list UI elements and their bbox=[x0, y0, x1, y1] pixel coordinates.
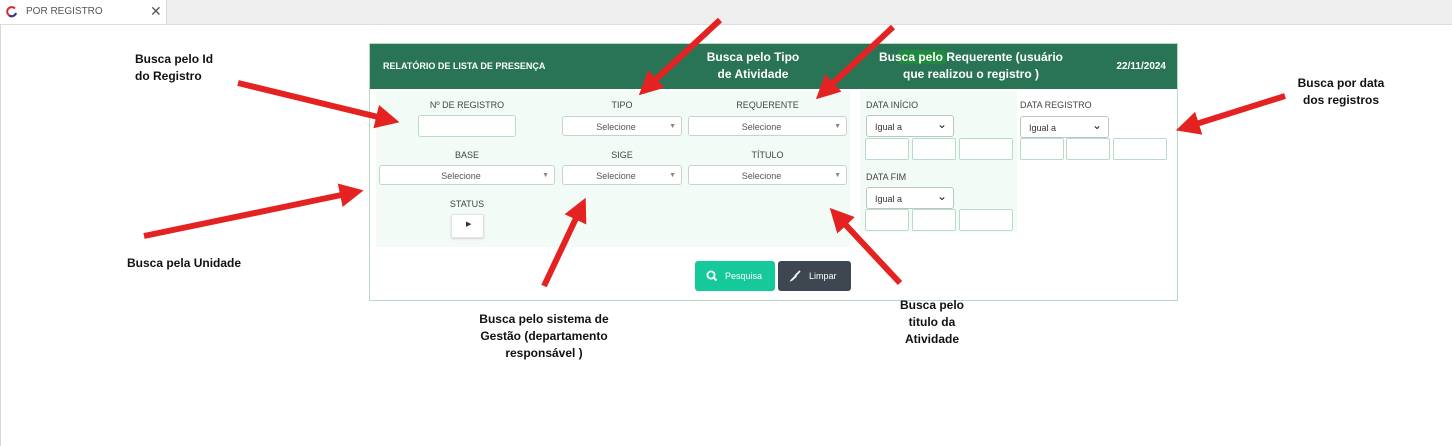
page-title: RELATÓRIO DE LISTA DE PRESENÇA bbox=[383, 61, 546, 71]
clear-button-label: Limpar bbox=[809, 271, 837, 281]
annotation-data-line2: dos registros bbox=[1302, 93, 1380, 107]
requerente-select[interactable]: Selecione ▼ bbox=[688, 116, 847, 136]
data-inicio-operator-value: Igual a bbox=[875, 122, 903, 132]
data-inicio-month[interactable] bbox=[912, 138, 956, 160]
data-fim-operator-value: Igual a bbox=[875, 194, 903, 204]
data-fim-month[interactable] bbox=[912, 209, 956, 231]
tab-label: POR REGISTRO bbox=[26, 6, 103, 17]
sige-select[interactable]: Selecione ▼ bbox=[562, 165, 682, 185]
annotation-titulo: Busca pelo titulo da Atividade bbox=[880, 297, 984, 348]
titulo-label: TÍTULO bbox=[751, 150, 784, 160]
annotation-unidade: Busca pela Unidade bbox=[127, 256, 242, 270]
requerente-select-value: Selecione bbox=[741, 122, 782, 132]
registro-input[interactable] bbox=[418, 115, 516, 137]
titulo-select-value: Selecione bbox=[741, 171, 782, 181]
data-registro-month[interactable] bbox=[1066, 138, 1110, 160]
search-button-label: Pesquisa bbox=[725, 271, 763, 281]
data-registro-label: DATA REGISTRO bbox=[1020, 100, 1092, 110]
requerente-label: REQUERENTE bbox=[736, 100, 799, 110]
chevron-down-icon: ⌄ bbox=[936, 189, 947, 203]
caret-down-icon: ▼ bbox=[669, 172, 676, 179]
current-date: 22/11/2024 bbox=[1116, 61, 1167, 72]
caret-down-icon: ▼ bbox=[834, 123, 841, 130]
data-inicio-label: DATA INÍCIO bbox=[866, 100, 919, 110]
annotation-sige-line3: responsável ) bbox=[505, 346, 583, 360]
data-fim-label: DATA FIM bbox=[866, 172, 907, 182]
base-select[interactable]: Selecione ▼ bbox=[379, 165, 555, 185]
tipo-select-value: Selecione bbox=[596, 122, 636, 132]
tab-por-registro[interactable]: POR REGISTRO ✕ bbox=[0, 0, 167, 24]
caret-down-icon: ▼ bbox=[669, 123, 676, 130]
annotation-sige-line2: Gestão (departamento bbox=[480, 329, 608, 343]
search-button[interactable]: Pesquisa bbox=[695, 261, 775, 291]
data-inicio-year[interactable] bbox=[959, 138, 1013, 160]
annotation-tipo: Busca pelo Tipo de Atividade bbox=[694, 49, 812, 83]
annotation-sige-line1: Busca pelo sistema de bbox=[479, 312, 609, 326]
data-inicio-day[interactable] bbox=[865, 138, 909, 160]
tipo-select[interactable]: Selecione ▼ bbox=[562, 116, 682, 136]
annotation-id: Busca pelo Id do Registro bbox=[135, 51, 213, 85]
arrow-data-registro bbox=[1175, 93, 1286, 135]
annotation-titulo-line3: Atividade bbox=[904, 332, 959, 346]
chevron-down-icon: ⌄ bbox=[936, 117, 947, 131]
annotation-tipo-line2: de Atividade bbox=[717, 67, 789, 81]
annotation-requerente: Busca pelo Requerente (usuário que reali… bbox=[858, 49, 1084, 83]
annotation-data: Busca por data dos registros bbox=[1274, 75, 1408, 109]
window-border bbox=[0, 24, 1, 446]
annotation-titulo-line2: titulo da bbox=[908, 315, 956, 329]
data-inicio-operator[interactable]: Igual a ⌄ bbox=[866, 115, 954, 137]
clear-button[interactable]: Limpar bbox=[778, 261, 851, 291]
annotation-tipo-line1: Busca pelo Tipo bbox=[706, 50, 800, 64]
close-icon[interactable]: ✕ bbox=[150, 3, 162, 20]
data-registro-day[interactable] bbox=[1020, 138, 1064, 160]
data-fim-year[interactable] bbox=[959, 209, 1013, 231]
titulo-select[interactable]: Selecione ▼ bbox=[688, 165, 847, 185]
sige-select-value: Selecione bbox=[596, 171, 636, 181]
chevron-down-icon: ⌄ bbox=[1091, 118, 1102, 132]
base-label: BASE bbox=[454, 150, 479, 160]
data-fim-day[interactable] bbox=[865, 209, 909, 231]
annotation-titulo-line1: Busca pelo bbox=[899, 298, 965, 312]
annotation-sige: Busca pelo sistema de Gestão (departamen… bbox=[460, 311, 628, 362]
search-icon bbox=[706, 270, 718, 282]
registro-label: Nº DE REGISTRO bbox=[429, 100, 505, 110]
annotation-requerente-line2: que realizou o registro ) bbox=[902, 67, 1040, 81]
data-registro-operator-value: Igual a bbox=[1029, 123, 1057, 133]
annotation-requerente-line1: Busca pelo Requerente (usuário bbox=[878, 50, 1064, 64]
data-registro-year[interactable] bbox=[1113, 138, 1167, 160]
app-logo-icon bbox=[6, 6, 17, 18]
status-label: STATUS bbox=[449, 199, 485, 209]
tipo-label: TIPO bbox=[611, 100, 633, 110]
annotation-data-line1: Busca por data bbox=[1297, 76, 1385, 90]
base-select-value: Selecione bbox=[441, 171, 481, 181]
status-toggle[interactable]: ▶ bbox=[451, 214, 484, 238]
annotation-id-line2: do Registro bbox=[135, 69, 202, 83]
broom-icon bbox=[789, 270, 801, 282]
arrow-registro bbox=[237, 80, 400, 129]
data-registro-operator[interactable]: Igual a ⌄ bbox=[1020, 116, 1109, 138]
caret-right-icon: ▶ bbox=[466, 221, 472, 228]
annotation-id-line1: Busca pelo Id bbox=[135, 52, 214, 66]
caret-down-icon: ▼ bbox=[542, 172, 549, 179]
arrow-base bbox=[143, 183, 364, 239]
data-fim-operator[interactable]: Igual a ⌄ bbox=[866, 187, 954, 209]
sige-label: SIGE bbox=[611, 150, 633, 160]
caret-down-icon: ▼ bbox=[834, 172, 841, 179]
tab-bar: POR REGISTRO ✕ bbox=[0, 0, 1452, 25]
